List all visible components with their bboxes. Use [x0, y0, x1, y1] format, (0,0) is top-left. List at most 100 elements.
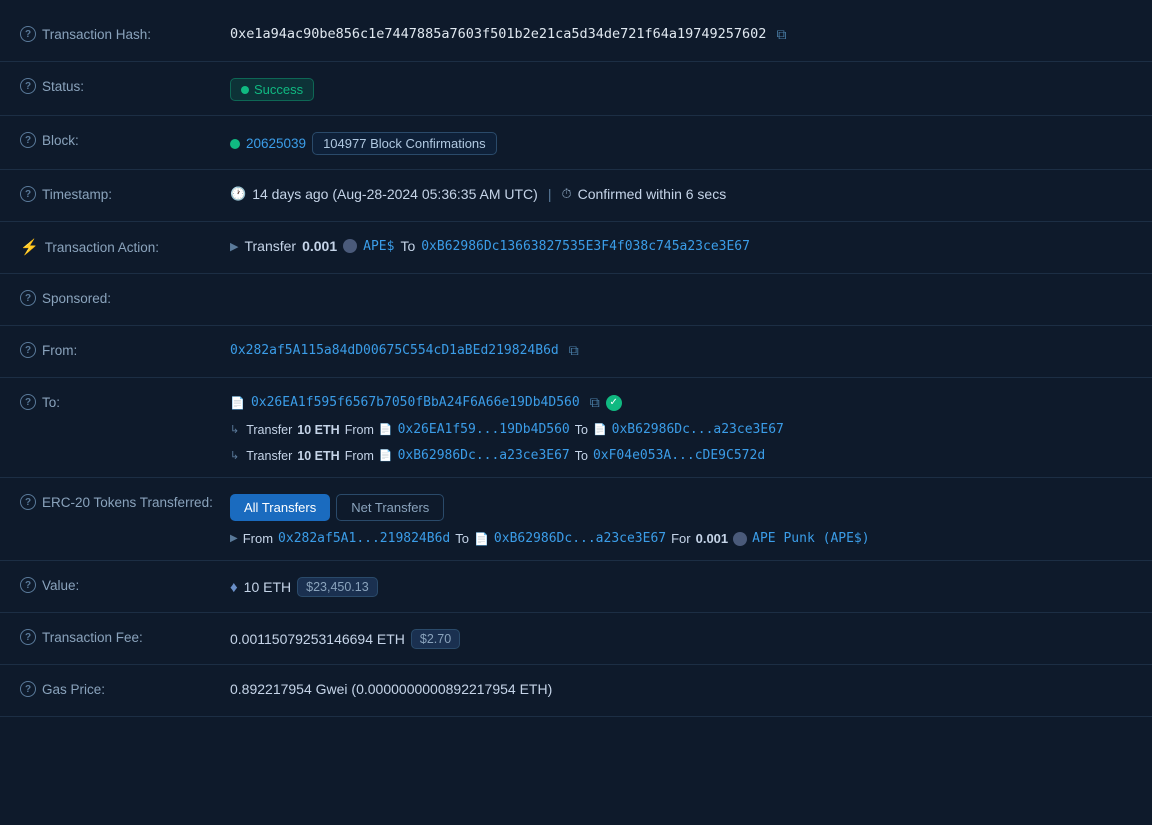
eth-diamond-icon: ♦ [230, 579, 238, 596]
action-value-col: ▶ Transfer 0.001 APE$ To 0xB62986Dc13663… [230, 236, 1132, 254]
fee-value-col: 0.00115079253146694 ETH $2.70 [230, 627, 1132, 649]
apes-token-dot [343, 239, 357, 253]
hash-help-icon[interactable]: ? [20, 26, 36, 42]
transfer1-amount: 10 ETH [297, 423, 339, 437]
hash-value-col: 0xe1a94ac90be856c1e7447885a7603f501b2e21… [230, 24, 1132, 43]
transfer2-row: ↳ Transfer 10 ETH From 📄 0xB62986Dc...a2… [230, 448, 765, 463]
sponsored-value-col [230, 288, 1132, 290]
tab-all-transfers[interactable]: All Transfers [230, 494, 330, 521]
block-green-dot [230, 139, 240, 149]
erc20-tab-row: All Transfers Net Transfers [230, 494, 444, 521]
to-help-icon[interactable]: ? [20, 394, 36, 410]
from-value-col: 0x282af5A115a84dD00675C554cD1aBEd219824B… [230, 340, 1132, 359]
from-label-col: ? From: [20, 340, 230, 358]
erc-from-address[interactable]: 0x282af5A1...219824B6d [278, 531, 450, 546]
transfer1-from-label: From [345, 423, 374, 437]
transfer2-doc-icon: 📄 [379, 449, 393, 462]
timestamp-label-col: ? Timestamp: [20, 184, 230, 202]
fee-help-icon[interactable]: ? [20, 629, 36, 645]
erc-token-symbol: APE$ [830, 531, 861, 546]
status-value: Success [254, 82, 303, 97]
erc-token-name: APE Punk [752, 531, 815, 546]
erc20-label-col: ? ERC-20 Tokens Transferred: [20, 492, 230, 510]
tab-net-transfers[interactable]: Net Transfers [336, 494, 444, 521]
block-row: ? Block: 20625039 104977 Block Confirmat… [0, 116, 1152, 170]
timestamp-value-col: 🕐 14 days ago (Aug-28-2024 05:36:35 AM U… [230, 184, 1132, 202]
block-help-icon[interactable]: ? [20, 132, 36, 148]
from-address-link[interactable]: 0x282af5A115a84dD00675C554cD1aBEd219824B… [230, 343, 559, 358]
erc20-label: ERC-20 Tokens Transferred: [42, 495, 213, 510]
erc20-help-icon[interactable]: ? [20, 494, 36, 510]
sponsored-row: ? Sponsored: [0, 274, 1152, 326]
block-number-link[interactable]: 20625039 [246, 136, 306, 151]
fee-label-col: ? Transaction Fee: [20, 627, 230, 645]
fee-eth: 0.00115079253146694 ETH [230, 631, 405, 647]
value-eth: 10 ETH [244, 579, 291, 595]
erc-for-label: For [671, 531, 691, 546]
value-value-col: ♦ 10 ETH $23,450.13 [230, 575, 1132, 597]
erc-arrow: ▶ [230, 533, 238, 544]
hash-value: 0xe1a94ac90be856c1e7447885a7603f501b2e21… [230, 26, 766, 42]
to-label: To: [42, 395, 60, 410]
erc-token-name-link[interactable]: APE Punk (APE$) [752, 531, 869, 546]
transfer2-amount: 10 ETH [297, 449, 339, 463]
hash-copy-icon[interactable]: ⧉ [776, 26, 786, 43]
hash-label-col: ? Transaction Hash: [20, 24, 230, 42]
block-value-col: 20625039 104977 Block Confirmations [230, 130, 1132, 155]
status-badge: Success [230, 78, 314, 101]
gas-value: 0.892217954 Gwei (0.0000000000892217954 … [230, 681, 552, 697]
status-row: ? Status: Success [0, 62, 1152, 116]
erc20-row: ? ERC-20 Tokens Transferred: All Transfe… [0, 478, 1152, 561]
confirmations-text: 104977 Block Confirmations [323, 136, 486, 151]
to-doc-icon: 📄 [230, 396, 245, 410]
gas-row: ? Gas Price: 0.892217954 Gwei (0.0000000… [0, 665, 1152, 717]
from-row: ? From: 0x282af5A115a84dD00675C554cD1aBE… [0, 326, 1152, 378]
to-verified-icon: ✓ [606, 395, 622, 411]
transfer1-to-address[interactable]: 0xB62986Dc...a23ce3E67 [612, 422, 784, 437]
fee-row: ? Transaction Fee: 0.00115079253146694 E… [0, 613, 1152, 665]
action-to-address-link[interactable]: 0xB62986Dc13663827535E3F4f038c745a23ce3E… [421, 239, 750, 254]
transfer2-text: Transfer [246, 449, 292, 463]
timestamp-row: ? Timestamp: 🕐 14 days ago (Aug-28-2024 … [0, 170, 1152, 222]
action-amount: 0.001 [302, 238, 337, 254]
fee-usd-badge: $2.70 [411, 629, 460, 649]
transfer1-to-doc-icon: 📄 [593, 423, 607, 436]
status-label-col: ? Status: [20, 76, 230, 94]
to-value-col: 📄 0x26EA1f595f6567b7050fBbA24F6A66e19Db4… [230, 392, 1132, 463]
sponsored-label-col: ? Sponsored: [20, 288, 230, 306]
erc-to-label: To [455, 531, 469, 546]
status-value-col: Success [230, 76, 1132, 101]
to-copy-icon[interactable]: ⧉ [590, 394, 600, 411]
erc-to-address[interactable]: 0xB62986Dc...a23ce3E67 [494, 531, 666, 546]
timestamp-help-icon[interactable]: ? [20, 186, 36, 202]
value-label: Value: [42, 578, 79, 593]
action-transfer-text: Transfer [244, 238, 296, 254]
gas-label: Gas Price: [42, 682, 105, 697]
to-address-row: 📄 0x26EA1f595f6567b7050fBbA24F6A66e19Db4… [230, 394, 622, 411]
timestamp-divider: | [548, 186, 552, 202]
to-address-link[interactable]: 0x26EA1f595f6567b7050fBbA24F6A66e19Db4D5… [251, 395, 580, 410]
status-help-icon[interactable]: ? [20, 78, 36, 94]
from-copy-icon[interactable]: ⧉ [569, 342, 579, 359]
to-row: ? To: 📄 0x26EA1f595f6567b7050fBbA24F6A66… [0, 378, 1152, 478]
from-help-icon[interactable]: ? [20, 342, 36, 358]
timestamp-confirmed: Confirmed within 6 secs [578, 186, 727, 202]
transfer2-to-label: To [575, 449, 588, 463]
gas-help-icon[interactable]: ? [20, 681, 36, 697]
sponsored-help-icon[interactable]: ? [20, 290, 36, 306]
fee-label: Transaction Fee: [42, 630, 143, 645]
status-dot [241, 86, 249, 94]
value-help-icon[interactable]: ? [20, 577, 36, 593]
action-arrow: ▶ [230, 240, 238, 253]
erc-to-doc-icon: 📄 [474, 532, 489, 546]
hash-label: Transaction Hash: [42, 27, 151, 42]
erc-from-label: From [243, 531, 273, 546]
erc-amount: 0.001 [696, 531, 729, 546]
transfer2-from-address[interactable]: 0xB62986Dc...a23ce3E67 [398, 448, 570, 463]
transfer1-from-address[interactable]: 0x26EA1f59...19Db4D560 [398, 422, 570, 437]
transfer1-to-label: To [575, 423, 588, 437]
value-label-col: ? Value: [20, 575, 230, 593]
sponsored-label: Sponsored: [42, 291, 111, 306]
action-token-link[interactable]: APE$ [363, 239, 394, 254]
transfer2-to-address[interactable]: 0xF04e053A...cDE9C572d [593, 448, 765, 463]
